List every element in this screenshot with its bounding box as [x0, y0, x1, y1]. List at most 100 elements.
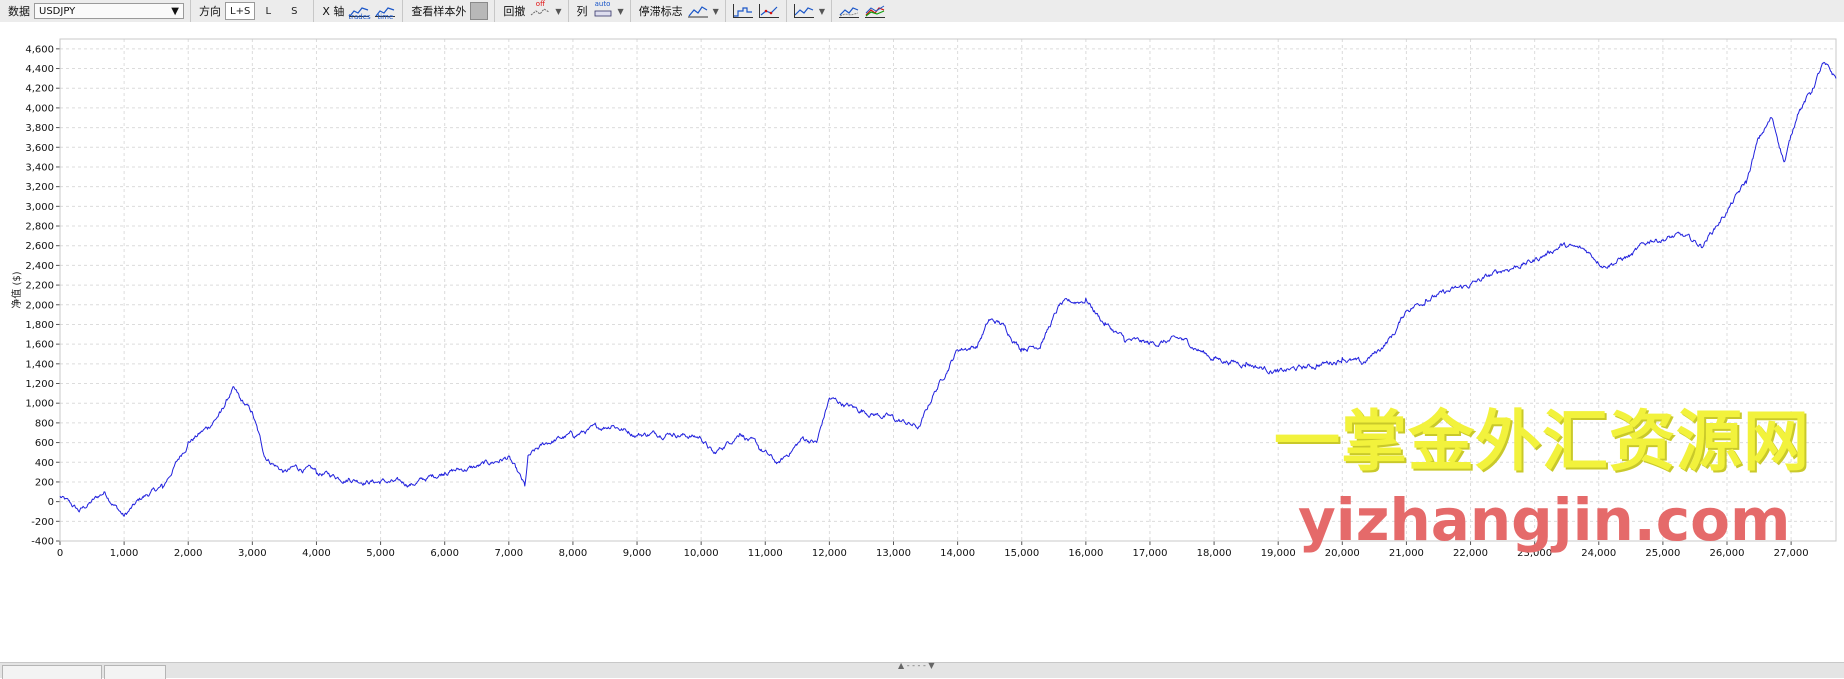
compare-button[interactable]	[838, 2, 860, 20]
equity-chart: -400 -200 0 200 400 600 800 1,000 1,200 1,400 1,60…	[10, 38, 1837, 559]
xaxis-trades-label: trades	[348, 13, 371, 21]
data-group: 数据 USDJPY ▼	[0, 0, 191, 22]
chevron-down-icon[interactable]: ▼	[555, 7, 561, 16]
x-tick-label: 6,000	[430, 548, 459, 559]
y-tick-label: 4,400	[25, 64, 54, 75]
status-bar: ▲ - - - - ▼	[0, 661, 1844, 679]
oos-toggle[interactable]	[470, 2, 489, 20]
chevron-down-icon[interactable]: ▼	[713, 7, 719, 16]
y-tick-label: 200	[35, 477, 54, 488]
y-tick-label: 2,000	[25, 300, 54, 311]
stagnation-chart-icon	[687, 6, 708, 18]
line-chart-icon	[793, 4, 814, 18]
multi-series-button[interactable]	[864, 2, 886, 20]
xaxis-label: X 轴	[322, 5, 345, 18]
y-tick-label: 400	[35, 458, 54, 469]
x-tick-label: 13,000	[876, 548, 911, 559]
watermark-url: yizhangjin.com	[1298, 486, 1791, 554]
y-tick-label: 3,600	[25, 143, 54, 154]
multi-line-chart-icon	[864, 5, 885, 18]
step-chart-icon	[732, 4, 753, 18]
oos-group: 查看样本外	[403, 0, 496, 22]
y-tick-label: 600	[35, 438, 54, 449]
y-tick-label: 4,200	[25, 84, 54, 95]
y-tick-label: 3,200	[25, 182, 54, 193]
y-tick-label: 2,400	[25, 261, 54, 272]
direction-label: 方向	[199, 5, 221, 18]
y-tick-label: 1,600	[25, 340, 54, 351]
y-tick-labels: -400 -200 0 200 400 600 800 1,000 1,200 1,400 1,60…	[25, 44, 54, 547]
x-tick-label: 18,000	[1197, 548, 1232, 559]
y-tick-label: 4,000	[25, 103, 54, 114]
y-tick-label: 3,800	[25, 123, 54, 134]
chart-style-group	[726, 0, 787, 22]
xaxis-time-label: time	[377, 13, 394, 21]
compare-group	[832, 0, 892, 22]
stop-label: 停滞标志	[638, 5, 683, 18]
direction-ls-button[interactable]: L+S	[225, 2, 256, 20]
drawdown-group: 回撤 off ▼	[495, 0, 569, 22]
xaxis-trades-button[interactable]: trades	[348, 2, 371, 21]
x-tick-label: 7,000	[494, 548, 523, 559]
splitter-handle-icon[interactable]: ▲ - - - - ▼	[898, 661, 935, 670]
x-tick-label: 2,000	[174, 548, 203, 559]
x-tick-label: 14,000	[940, 548, 975, 559]
oos-label: 查看样本外	[411, 5, 467, 18]
x-tick-label: 5,000	[366, 548, 395, 559]
y-tick-label: 1,400	[25, 359, 54, 370]
direction-long-button[interactable]: L	[255, 2, 281, 20]
x-tick-label: 17,000	[1132, 548, 1167, 559]
direction-short-button[interactable]: S	[281, 2, 307, 20]
x-tick-label: 3,000	[238, 548, 267, 559]
stop-group: 停滞标志 ▼	[631, 0, 726, 22]
dot-line-chart-icon	[758, 4, 779, 18]
symbol-value: USDJPY	[39, 5, 76, 17]
y-tick-label: 0	[48, 497, 54, 508]
drawdown-button[interactable]: off	[529, 0, 551, 20]
watermark-chinese: 一掌金外汇资源网	[1274, 403, 1810, 480]
xaxis-time-button[interactable]: time	[374, 2, 396, 21]
x-tick-label: 16,000	[1068, 548, 1103, 559]
y-tick-label: -400	[31, 537, 54, 548]
data-label: 数据	[8, 5, 30, 18]
y-tick-label: 4,600	[25, 44, 54, 55]
y-tick-label: 1,800	[25, 320, 54, 331]
x-tick-label: 8,000	[559, 548, 588, 559]
toolbar: 数据 USDJPY ▼ 方向 L+S L S X 轴 trades time 查…	[0, 0, 1844, 23]
x-tick-label: 10,000	[684, 548, 719, 559]
x-tick-label: 15,000	[1004, 548, 1039, 559]
chevron-down-icon[interactable]: ▼	[819, 7, 825, 16]
symbol-select[interactable]: USDJPY ▼	[34, 3, 184, 19]
x-tick-label: 9,000	[623, 548, 652, 559]
columns-button[interactable]: auto	[592, 0, 614, 20]
y-axis-label: 净值 ($)	[10, 271, 23, 308]
chevron-down-icon[interactable]: ▼	[618, 7, 624, 16]
columns-label: 列	[576, 5, 588, 18]
y-tick-label: 2,600	[25, 241, 54, 252]
chart-type-group: ▼	[787, 0, 832, 22]
x-tick-label: 19,000	[1261, 548, 1296, 559]
dot-chart-button[interactable]	[758, 2, 780, 20]
step-chart-button[interactable]	[732, 2, 754, 20]
chart-area: -400 -200 0 200 400 600 800 1,000 1,200 1,400 1,60…	[0, 22, 1844, 662]
drawdown-state: off	[535, 0, 545, 8]
chevron-down-icon: ▼	[171, 5, 179, 17]
x-tick-label: 12,000	[812, 548, 847, 559]
y-tick-label: 1,200	[25, 379, 54, 390]
y-tick-label: -200	[31, 517, 54, 528]
y-tick-label: 800	[35, 418, 54, 429]
y-tick-label: 2,200	[25, 281, 54, 292]
columns-group: 列 auto ▼	[569, 0, 631, 22]
y-tick-label: 3,400	[25, 162, 54, 173]
direction-group: 方向 L+S L S	[191, 0, 315, 22]
y-tick-label: 2,800	[25, 222, 54, 233]
chart-type-button[interactable]	[793, 2, 815, 20]
compare-chart-icon	[838, 7, 859, 18]
y-tick-label: 3,000	[25, 202, 54, 213]
drawdown-label: 回撤	[503, 5, 526, 18]
columns-state: auto	[594, 0, 611, 8]
x-tick-label: 4,000	[302, 548, 331, 559]
xaxis-group: X 轴 trades time	[314, 0, 404, 22]
x-tick-label: 0	[57, 548, 63, 559]
stop-button[interactable]	[687, 2, 709, 20]
